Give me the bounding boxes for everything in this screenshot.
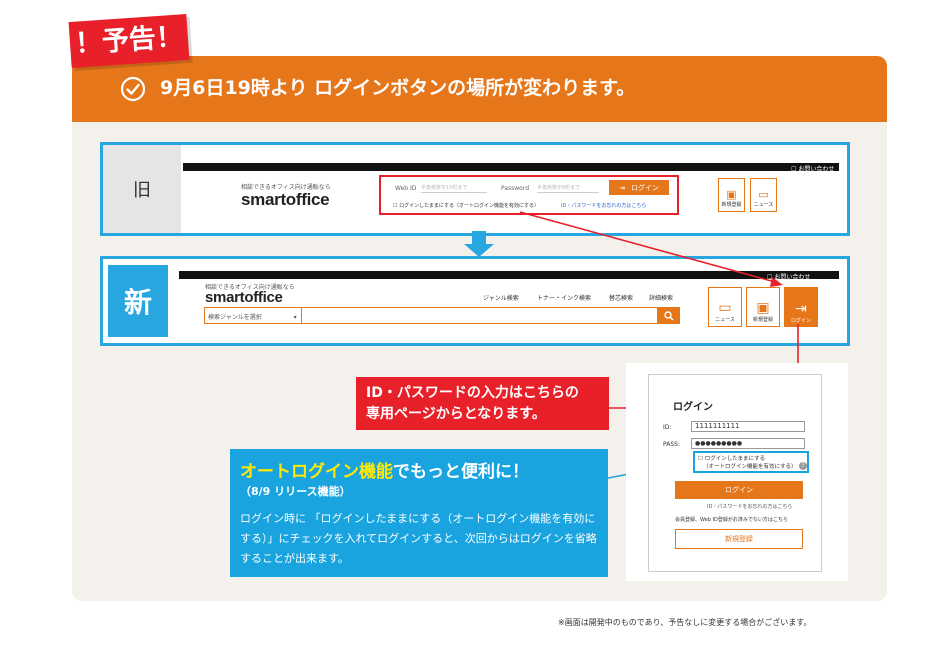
keep-login-highlight: ☐ ログインしたままにする （オートログイン機能を有効にする） ? xyxy=(693,451,809,473)
callout-id-password: ID・パスワードの入力はこちらの 専用ページからとなります。 xyxy=(356,377,609,430)
login-submit-button[interactable]: ログイン xyxy=(675,481,803,499)
callout-title: オートログイン機能でもっと便利に！ xyxy=(240,462,529,482)
red-connector-line xyxy=(519,211,776,283)
id-input[interactable]: 1111111111 xyxy=(691,421,805,432)
forgot-link[interactable]: ID・パスワードをお忘れの方はこちら xyxy=(707,503,792,510)
member-note: 会員登録、Web ID登録がお済みでない方はこちら xyxy=(675,517,788,523)
callout-body: ログイン時に 「ログインしたままにする（オートログイン機能を有効にする）」にチェ… xyxy=(240,512,597,565)
register-button[interactable]: 新規登録 xyxy=(675,529,803,549)
pass-label: PASS: xyxy=(663,441,680,448)
checkbox-icon: ☐ xyxy=(698,456,703,462)
red-arrowhead xyxy=(770,277,783,287)
id-label: ID: xyxy=(663,424,672,431)
notice-badge: ！予告！ xyxy=(68,13,190,69)
callout-subtitle: （8/9 リリース機能） xyxy=(240,485,351,498)
callout-auto-login: オートログイン機能でもっと便利に！ （8/9 リリース機能） ログイン時に 「ロ… xyxy=(230,449,608,577)
keep-login-checkbox[interactable]: ☐ ログインしたままにする xyxy=(698,455,765,463)
help-icon[interactable]: ? xyxy=(799,462,807,470)
login-form-title: ログイン xyxy=(673,402,713,413)
footnote: ※画面は開発中のものであり、予告なしに変更する場合がございます。 xyxy=(558,618,812,627)
keep-login-note: （オートログイン機能を有効にする） xyxy=(703,464,797,470)
pass-input[interactable]: ●●●●●●●●● xyxy=(691,438,805,449)
login-form: ログイン ID: 1111111111 PASS: ●●●●●●●●● ☐ ログ… xyxy=(648,374,822,572)
